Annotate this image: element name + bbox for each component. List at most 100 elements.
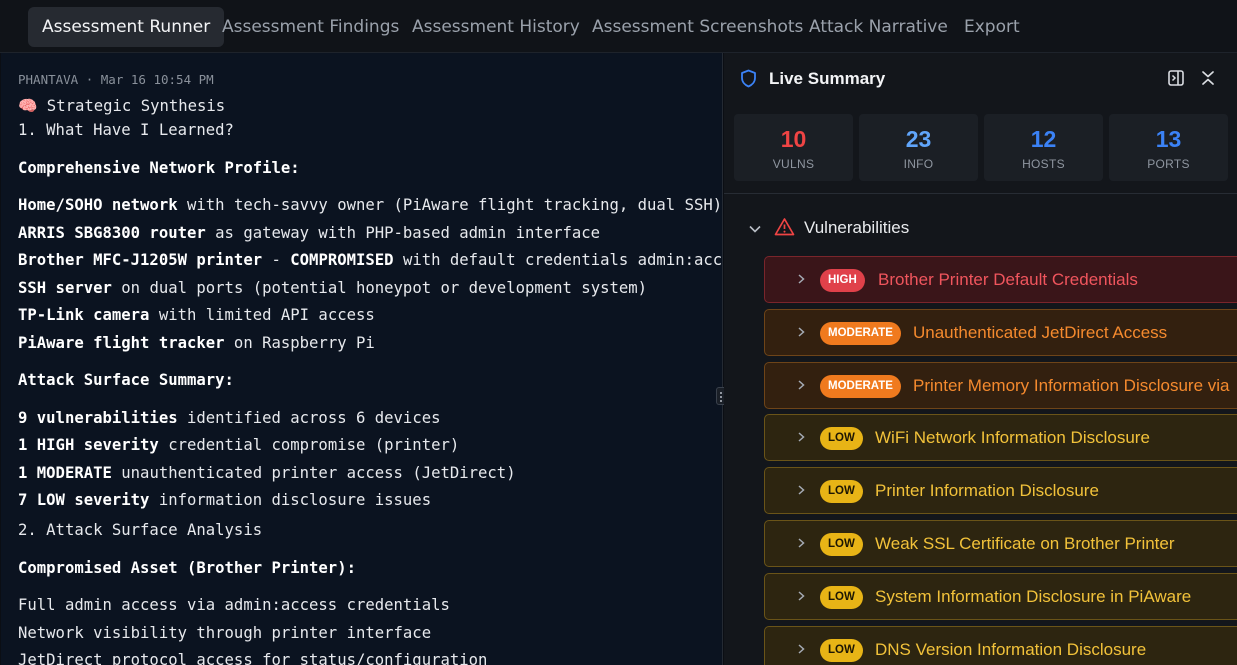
vulnerability-title: Brother Printer Default Credentials: [878, 270, 1138, 289]
sidebar-toggle-icon[interactable]: [1167, 69, 1185, 87]
message-line: Network visibility through printer inter…: [18, 624, 431, 642]
message-line: 1 HIGH severity credential compromise (p…: [18, 436, 459, 454]
line-text: with limited API access: [149, 306, 375, 324]
stat-value: 13: [1155, 126, 1182, 152]
line-emphasis: Comprehensive Network Profile:: [18, 159, 300, 177]
chevron-right-icon[interactable]: [796, 590, 806, 602]
stat-value: 23: [905, 126, 932, 152]
message-line: Attack Surface Summary:: [18, 371, 234, 389]
stat-vulns: 10 VULNS: [734, 114, 853, 181]
message-line: 9 vulnerabilities identified across 6 de…: [18, 409, 440, 427]
vulnerability-title: Weak SSL Certificate on Brother Printer: [875, 534, 1175, 553]
line-emphasis: Home/SOHO network: [18, 196, 178, 214]
message-line: TP-Link camera with limited API access: [18, 306, 375, 324]
line-text: on dual ports (potential honeypot or dev…: [111, 279, 648, 297]
line-text: Full admin access via admin:access crede…: [18, 596, 450, 614]
message-line: PiAware flight tracker on Raspberry Pi: [18, 334, 375, 352]
stat-ports: 13 PORTS: [1109, 114, 1228, 181]
stat-label: INFO: [903, 157, 934, 171]
severity-badge: LOW: [820, 638, 863, 662]
vulnerability-item[interactable]: LOW Weak SSL Certificate on Brother Print…: [764, 520, 1237, 567]
line-text: -: [262, 251, 291, 269]
line-emphasis: PiAware flight tracker: [18, 334, 225, 352]
message-line: Comprehensive Network Profile:: [18, 159, 300, 177]
line-emphasis: 7 LOW severity: [18, 491, 150, 509]
severity-badge: LOW: [820, 585, 863, 609]
line-text: Strategic Synthesis: [37, 97, 226, 115]
live-summary-panel: Live Summary 10 VULNS 23 INFO 12 HOSTS 1…: [724, 53, 1237, 665]
chevron-right-icon[interactable]: [796, 643, 806, 655]
chevron-right-icon[interactable]: [796, 379, 806, 391]
line-text: identified across 6 devices: [177, 409, 441, 427]
severity-badge: MODERATE: [820, 374, 901, 398]
line-emphasis: 1 HIGH severity: [18, 436, 159, 454]
chevron-right-icon[interactable]: [796, 326, 806, 338]
message-line: 1. What Have I Learned?: [18, 121, 234, 139]
stat-label: HOSTS: [1022, 157, 1065, 171]
line-text: with tech-savvy owner (PiAware flight tr…: [177, 196, 723, 214]
message-line: JetDirect protocol access for status/con…: [18, 651, 487, 665]
line-emphasis: SSH server: [18, 279, 112, 297]
chevron-right-icon[interactable]: [796, 484, 806, 496]
panel-title: Live Summary: [769, 69, 886, 88]
stat-label: PORTS: [1147, 157, 1190, 171]
tab-assessment-history[interactable]: Assessment History: [398, 7, 594, 47]
line-emphasis: ARRIS SBG8300 router: [18, 224, 206, 242]
stat-hosts: 12 HOSTS: [984, 114, 1103, 181]
line-text: with default credentials admin:access: [393, 251, 723, 269]
vulnerability-item[interactable]: MODERATE Unauthenticated JetDirect Access: [764, 308, 1237, 356]
vulnerability-title: Unauthenticated JetDirect Access: [913, 322, 1168, 342]
line-text: credential compromise (printer): [158, 436, 460, 454]
stat-value: 12: [1030, 126, 1057, 152]
vulnerability-item[interactable]: LOW WiFi Network Information Disclosure: [764, 414, 1237, 462]
tab-attack-narrative[interactable]: Attack Narrative: [795, 7, 962, 47]
message-line: 1 MODERATE unauthenticated printer acces…: [18, 464, 516, 482]
message-line: Home/SOHO network with tech-savvy owner …: [18, 196, 722, 214]
vulnerability-title: DNS Version Information Disclosure: [875, 639, 1147, 659]
vulnerability-title: System Information Disclosure in PiAware: [875, 586, 1192, 606]
line-text: 2. Attack Surface Analysis: [18, 521, 263, 539]
tab-assessment-runner[interactable]: Assessment Runner: [28, 7, 225, 47]
vulnerability-item[interactable]: HIGH Brother Printer Default Credentials: [764, 256, 1237, 303]
line-emphasis: Compromised Asset (Brother Printer):: [18, 559, 356, 577]
line-emphasis: 9 vulnerabilities: [18, 409, 178, 427]
chevron-right-icon[interactable]: [796, 273, 806, 285]
message-line: SSH server on dual ports (potential hone…: [18, 279, 647, 297]
line-emphasis: Brother MFC-J1205W printer: [18, 251, 263, 269]
tab-bar: Assessment Runner Assessment Findings As…: [0, 0, 1237, 53]
line-text: information disclosure issues: [149, 491, 432, 509]
line-text: 1. What Have I Learned?: [18, 121, 234, 139]
message-meta: PHANTAVA · Mar 16 10:54 PM: [18, 72, 214, 87]
chevron-right-icon[interactable]: [796, 431, 806, 443]
tab-assessment-findings[interactable]: Assessment Findings: [208, 7, 413, 47]
divider: [724, 193, 1237, 194]
tab-export[interactable]: Export: [950, 7, 1034, 47]
line-emphasis: 1 MODERATE: [18, 464, 112, 482]
stat-value: 10: [780, 126, 807, 152]
severity-badge: LOW: [820, 480, 863, 504]
vulnerabilities-heading: Vulnerabilities: [804, 218, 910, 237]
line-text: Network visibility through printer inter…: [18, 624, 432, 642]
vulnerability-title: Printer Information Disclosure: [875, 481, 1099, 501]
vulnerability-item[interactable]: MODERATE Printer Memory Information Discl…: [764, 361, 1237, 409]
message-line: 7 LOW severity information disclosure is…: [18, 491, 431, 509]
vulnerability-item[interactable]: LOW Printer Information Disclosure: [764, 467, 1237, 515]
message-line: 🧠 Strategic Synthesis: [18, 97, 225, 115]
collapse-icon[interactable]: [1199, 69, 1217, 87]
vulnerability-item[interactable]: LOW System Information Disclosure in PiAw…: [764, 572, 1237, 620]
chevron-down-icon[interactable]: [748, 222, 762, 236]
tab-assessment-screenshots[interactable]: Assessment Screenshots: [578, 7, 817, 47]
severity-badge: MODERATE: [820, 321, 901, 345]
shield-icon: [741, 69, 756, 88]
message-line: Full admin access via admin:access crede…: [18, 596, 450, 614]
message-line: Compromised Asset (Brother Printer):: [18, 559, 356, 577]
line-emphasis: Attack Surface Summary:: [18, 371, 234, 389]
warning-icon: [774, 218, 795, 236]
line-text: as gateway with PHP-based admin interfac…: [205, 224, 601, 242]
vulnerability-title: WiFi Network Information Disclosure: [875, 428, 1150, 448]
vulnerability-item[interactable]: LOW DNS Version Information Disclosure: [764, 625, 1237, 665]
line-text: on Raspberry Pi: [224, 334, 375, 352]
line-text: JetDirect protocol access for status/con…: [18, 651, 488, 665]
vulnerability-title: Printer Memory Information Disclosure vi…: [913, 375, 1230, 395]
chevron-right-icon[interactable]: [796, 537, 806, 549]
